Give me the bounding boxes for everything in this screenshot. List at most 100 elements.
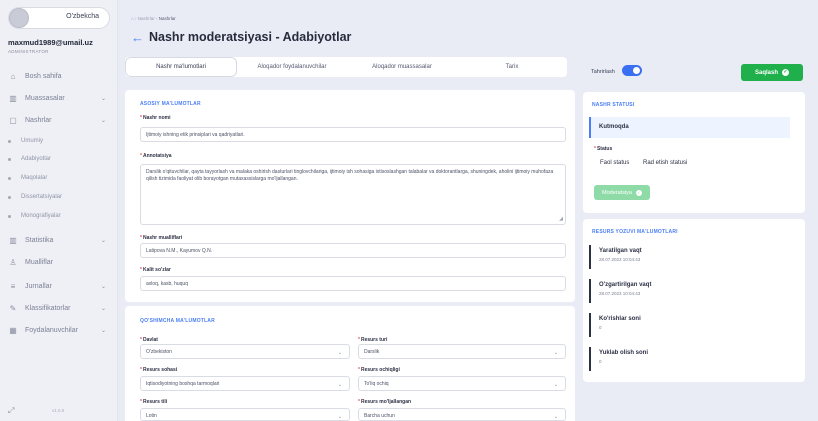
bullet-icon: [8, 214, 11, 218]
sidebar-item-institutions[interactable]: ▥ Muassasalar ⌄: [8, 91, 112, 105]
current-status-badge: Kutmoqda: [589, 117, 790, 138]
tab-related-institutions[interactable]: Aloqador muassasalar: [347, 57, 457, 77]
created-time-label: Yaratilgan vaqt: [599, 248, 642, 254]
chevron-down-icon: ⌄: [100, 327, 106, 334]
authors-input[interactable]: Latipova N.M., Kayumov Q.N.: [140, 243, 566, 258]
tab-related-users[interactable]: Aloqador foydalanuvchilar: [237, 57, 347, 77]
sidebar-subitem-general[interactable]: Umumiy: [8, 138, 43, 144]
chevron-down-icon: ⌄: [100, 237, 106, 244]
building-icon: ▥: [9, 93, 17, 103]
sidebar-subitem-literature[interactable]: Adabiyotlar: [8, 156, 51, 162]
tab-history[interactable]: Tarix: [457, 57, 567, 77]
basic-info-title: ASOSIY MA'LUMOTLAR: [140, 101, 201, 107]
breadcrumb: ⌂ › Nashrlar › Nashrlar: [131, 16, 176, 21]
sidebar-subitem-articles[interactable]: Maqolalar: [8, 175, 47, 181]
building-icon: ▥: [9, 235, 17, 245]
updated-time-value: 28.07.2023 10:04:43: [599, 291, 641, 296]
views-count-value: 0: [599, 325, 602, 330]
views-count-label: Ko'rishlar soni: [599, 316, 641, 322]
chevron-down-icon: ⌄: [553, 414, 558, 420]
chevron-down-icon: ⌄: [337, 414, 342, 420]
breadcrumb-parent[interactable]: Nashrlar: [138, 16, 155, 21]
users-icon: ▦: [9, 325, 17, 335]
chevron-down-icon: ⌄: [100, 305, 106, 312]
views-count-item: Ko'rishlar soni 0: [589, 313, 790, 337]
sidebar-item-publications[interactable]: ▢ Nashrlar ⌄: [8, 113, 112, 127]
country-label: *Davlat: [140, 337, 158, 343]
edit-toggle-label: Tahrirlash: [591, 69, 615, 75]
updated-time-label: O'zgartirilgan vaqt: [599, 282, 652, 288]
authors-label: *Nashr mualliflari: [140, 235, 183, 241]
breadcrumb-current: Nashrlar: [158, 16, 176, 21]
chevron-down-icon: ⌄: [100, 95, 106, 102]
edit-toggle[interactable]: [622, 65, 642, 76]
created-time-item: Yaratilgan vaqt 28.07.2023 10:04:43: [589, 245, 790, 269]
avatar[interactable]: [9, 8, 29, 28]
sidebar-subitem-dissertations[interactable]: Dissertatsiyalar: [8, 194, 62, 200]
tab-bar: Nashr ma'lumotlari Aloqador foydalanuvch…: [125, 57, 567, 77]
tab-publication-info[interactable]: Nashr ma'lumotlari: [125, 57, 237, 77]
downloads-count-label: Yuklab olish soni: [599, 350, 649, 356]
resource-field-select[interactable]: Iqtisodiyotning boshqa tarmoqlari ⌄: [140, 376, 350, 391]
chevron-down-icon: ⌄: [337, 350, 342, 356]
language-label: O'zbekcha: [66, 13, 99, 20]
bullet-icon: [8, 157, 11, 161]
bullet-icon: [8, 195, 11, 199]
back-arrow-icon[interactable]: ←: [131, 31, 144, 44]
resource-access-select[interactable]: To'liq ochiq ⌄: [358, 376, 566, 391]
list-icon: ≡: [10, 281, 16, 291]
save-button[interactable]: Saqlash ✓: [741, 64, 803, 81]
annotation-textarea[interactable]: Darslik o'qituvchilar, qayta tayyorlash …: [140, 164, 566, 225]
resource-field-label: *Resurs sohasi: [140, 367, 178, 373]
resource-language-label: *Resurs tili: [140, 399, 168, 405]
sidebar-item-journals[interactable]: ≡ Jurnallar ⌄: [8, 279, 112, 293]
country-select[interactable]: O'zbekiston ⌄: [140, 344, 350, 359]
keywords-input[interactable]: axloq, kasb, huquq: [140, 276, 566, 291]
resource-type-select[interactable]: Darslik ⌄: [358, 344, 566, 359]
resource-audience-label: *Resurs mo'ljallangan: [358, 399, 412, 405]
sidebar-item-classifiers[interactable]: ✎ Klassifikatorlar ⌄: [8, 301, 112, 315]
bullet-icon: [8, 176, 11, 180]
publication-name-label: *Nashr nomi: [140, 115, 171, 121]
document-icon: ▢: [9, 115, 17, 125]
app-root: O'zbekcha maxmud1989@umail.uz ADMINISTRA…: [0, 0, 818, 421]
resource-info-title: RESURS YOZUVI MA'LUMOTLARI: [592, 229, 678, 235]
status-card-title: NASHR STATUSI: [592, 102, 635, 108]
resize-handle-icon[interactable]: ◢: [559, 216, 563, 223]
moderate-button[interactable]: Moderatsiya ✓: [594, 185, 650, 200]
home-icon[interactable]: ⌂: [131, 16, 134, 21]
home-icon: ⌂: [10, 71, 16, 81]
created-time-value: 28.07.2023 10:04:43: [599, 257, 641, 262]
chevron-down-icon: ⌄: [553, 350, 558, 356]
user-email: maxmud1989@umail.uz: [8, 38, 93, 47]
resource-type-label: *Resurs turi: [358, 337, 388, 343]
resource-audience-select[interactable]: Barcha uchun ⌄: [358, 408, 566, 421]
sidebar-item-authors[interactable]: ♙ Mualliflar: [8, 255, 112, 269]
chevron-down-icon: ⌄: [100, 117, 106, 124]
publication-name-input[interactable]: Ijtimoiy ishning etik prinsiplari va qad…: [140, 127, 566, 142]
collapse-sidebar-icon[interactable]: ⤢: [8, 406, 14, 416]
language-switcher[interactable]: O'zbekcha: [8, 7, 110, 29]
resource-access-label: *Resurs ochiqligi: [358, 367, 400, 373]
chevron-down-icon: ⌄: [337, 382, 342, 388]
app-version: v1.0.0: [52, 408, 65, 413]
page-title: Nashr moderatsiyasi - Adabiyotlar: [149, 30, 352, 44]
status-option-active[interactable]: Faol status: [600, 160, 629, 166]
updated-time-item: O'zgartirilgan vaqt 28.07.2023 10:04:43: [589, 279, 790, 303]
sidebar-item-statistics[interactable]: ▥ Statistika ⌄: [8, 233, 112, 247]
sidebar-subitem-monographs[interactable]: Monografiyalar: [8, 213, 61, 219]
keywords-label: *Kalit so'zlar: [140, 267, 171, 273]
sidebar: O'zbekcha maxmud1989@umail.uz ADMINISTRA…: [0, 0, 118, 421]
downloads-count-item: Yuklab olish soni 0: [589, 347, 790, 371]
status-option-reject[interactable]: Rad etish statusi: [643, 160, 687, 166]
bullet-icon: [8, 139, 11, 143]
status-label: *Status: [594, 146, 613, 152]
annotation-label: *Annotatsiya: [140, 153, 172, 159]
resource-language-select[interactable]: Lotin ⌄: [140, 408, 350, 421]
toggle-knob: [633, 67, 640, 74]
user-icon: ♙: [9, 257, 17, 267]
sidebar-item-users[interactable]: ▦ Foydalanuvchilar ⌄: [8, 323, 112, 337]
chevron-down-icon: ⌄: [100, 283, 106, 290]
sidebar-item-home[interactable]: ⌂ Bosh sahifa: [8, 69, 112, 83]
user-role: ADMINISTRATOR: [8, 49, 49, 54]
